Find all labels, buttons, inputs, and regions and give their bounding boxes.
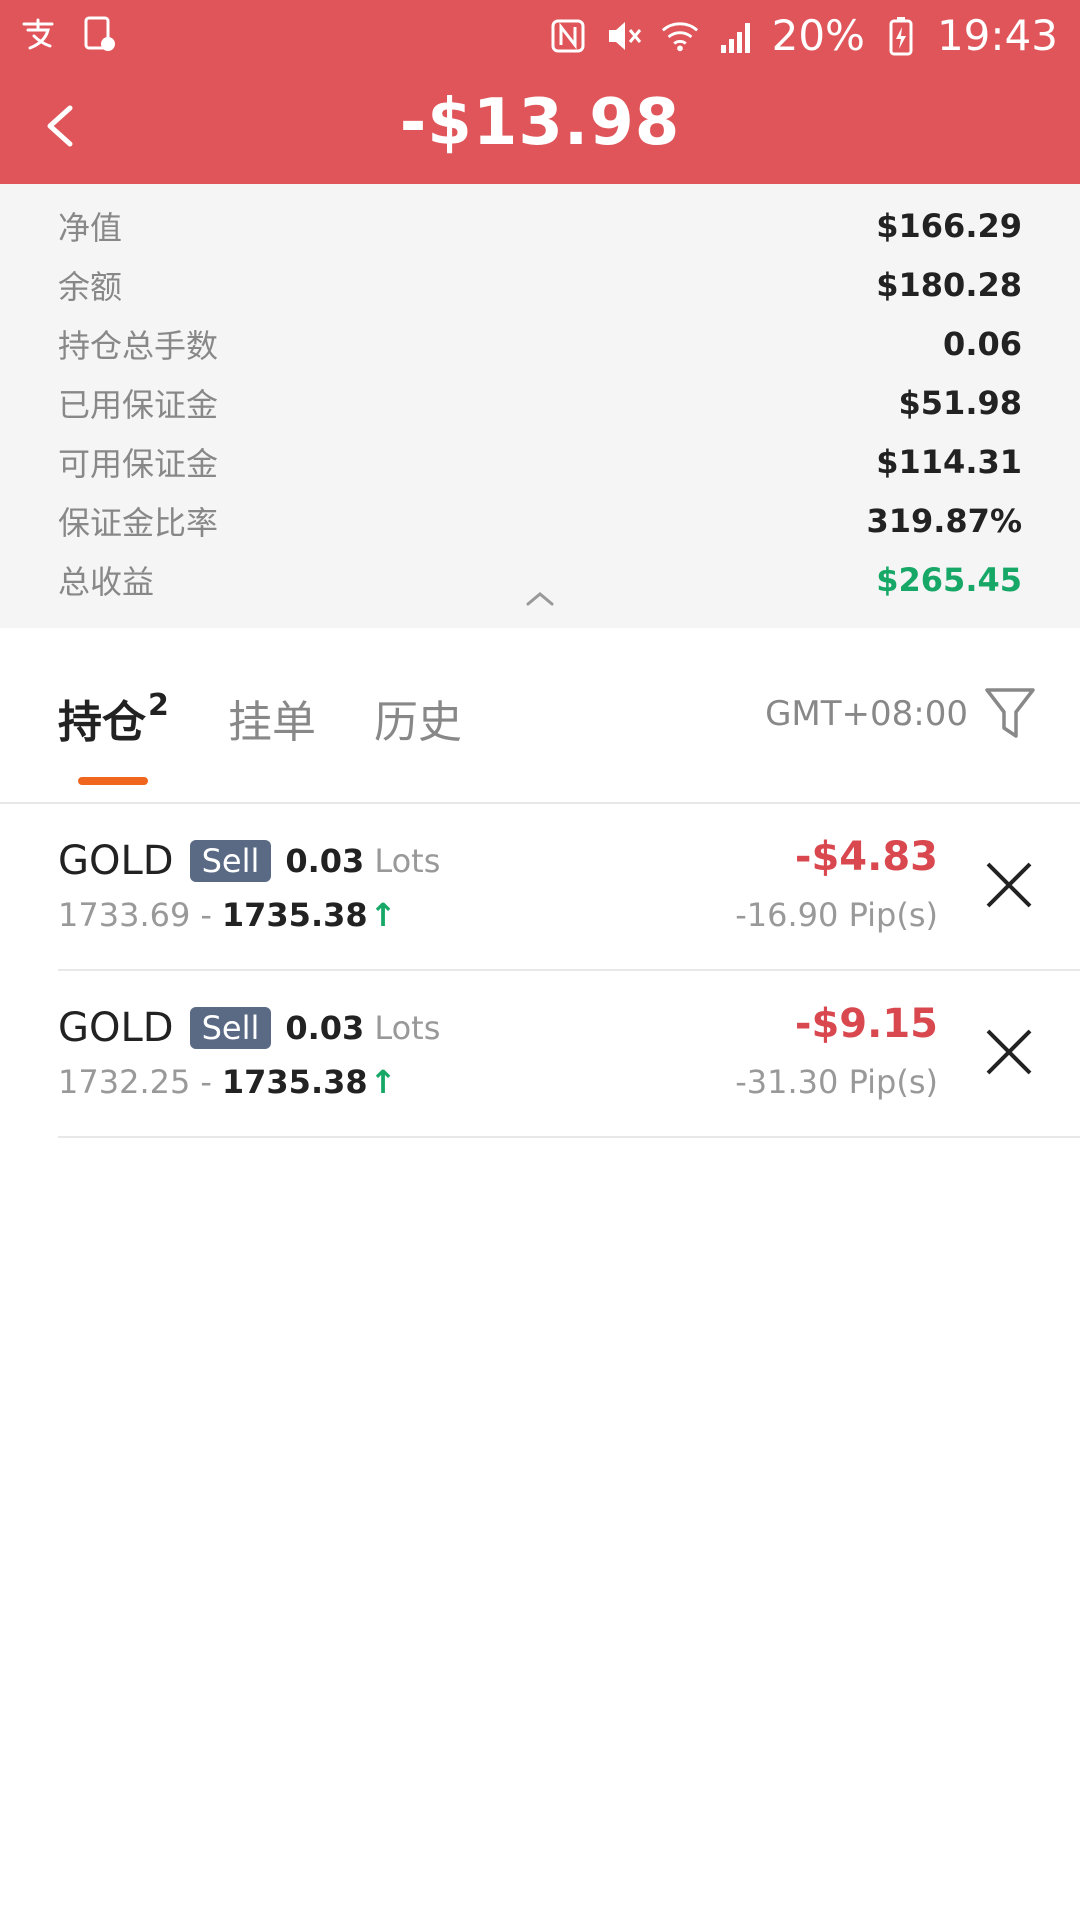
position-pnl: -$4.83 bbox=[794, 834, 938, 880]
clock: 19:43 bbox=[936, 11, 1058, 60]
summary-label: 余额 bbox=[58, 267, 123, 306]
nfc-icon bbox=[548, 16, 588, 56]
tab-label: 历史 bbox=[374, 697, 462, 748]
summary-row-used-margin: 已用保证金 $51.98 bbox=[58, 373, 1022, 432]
page-title: -$13.98 bbox=[399, 86, 681, 160]
filter-icon[interactable] bbox=[982, 684, 1038, 744]
tab-history[interactable]: 历史 bbox=[374, 686, 462, 750]
lots-value: 0.03 bbox=[285, 1009, 365, 1047]
status-bar: 20% 19:43 bbox=[0, 0, 1080, 72]
position-symbol: GOLD bbox=[58, 1005, 174, 1051]
arrow-up-icon: ↑ bbox=[369, 896, 397, 934]
side-badge: Sell bbox=[189, 1007, 272, 1049]
tab-positions[interactable]: 持仓2 bbox=[58, 686, 169, 750]
summary-value: $180.28 bbox=[876, 265, 1022, 304]
summary-label: 保证金比率 bbox=[58, 503, 219, 542]
summary-row-margin-ratio: 保证金比率 319.87% bbox=[58, 491, 1022, 550]
position-pips: -16.90 Pip(s) bbox=[735, 896, 938, 934]
price-separator: - bbox=[200, 896, 212, 934]
position-row[interactable]: GOLD Sell 0.03 Lots 1733.69 - 1735.38 ↑ … bbox=[58, 804, 1080, 971]
summary-row-total-lots: 持仓总手数 0.06 bbox=[58, 314, 1022, 373]
position-pips: -31.30 Pip(s) bbox=[735, 1063, 938, 1101]
summary-value: 0.06 bbox=[943, 324, 1022, 363]
lots-unit: Lots bbox=[374, 842, 441, 880]
tab-label: 挂单 bbox=[228, 697, 316, 748]
battery-percent: 20% bbox=[771, 11, 865, 60]
file-notification-icon bbox=[80, 14, 120, 54]
position-pnl: -$9.15 bbox=[794, 1001, 938, 1047]
side-badge: Sell bbox=[189, 840, 272, 882]
summary-label: 已用保证金 bbox=[58, 385, 219, 424]
lots-unit: Lots bbox=[374, 1009, 441, 1047]
summary-value: $114.31 bbox=[876, 442, 1022, 481]
chevron-up-icon[interactable] bbox=[524, 588, 556, 608]
mute-icon bbox=[604, 16, 644, 56]
open-price: 1733.69 bbox=[58, 896, 191, 934]
battery-charging-icon bbox=[881, 16, 921, 56]
summary-label: 总收益 bbox=[58, 562, 155, 601]
summary-value: $166.29 bbox=[876, 206, 1022, 245]
tab-count-badge: 2 bbox=[148, 688, 169, 723]
summary-row-balance: 余额 $180.28 bbox=[58, 255, 1022, 314]
summary-label: 持仓总手数 bbox=[58, 326, 219, 365]
summary-value: $265.45 bbox=[876, 560, 1022, 599]
tab-pending-orders[interactable]: 挂单 bbox=[228, 686, 316, 750]
nav-bar: -$13.98 bbox=[0, 72, 1080, 184]
close-icon[interactable] bbox=[984, 1027, 1034, 1077]
tab-label: 持仓 bbox=[58, 697, 146, 748]
header: 20% 19:43 -$13.98 bbox=[0, 0, 1080, 184]
signal-4g-icon bbox=[716, 16, 756, 56]
summary-row-free-margin: 可用保证金 $114.31 bbox=[58, 432, 1022, 491]
price-separator: - bbox=[200, 1063, 212, 1101]
summary-label: 可用保证金 bbox=[58, 444, 219, 483]
arrow-up-icon: ↑ bbox=[369, 1063, 397, 1101]
summary-row-equity: 净值 $166.29 bbox=[58, 196, 1022, 255]
wifi-icon bbox=[660, 16, 700, 56]
position-row[interactable]: GOLD Sell 0.03 Lots 1732.25 - 1735.38 ↑ … bbox=[58, 971, 1080, 1138]
lots-value: 0.03 bbox=[285, 842, 365, 880]
tab-bar: 持仓2 挂单 历史 GMT+08:00 bbox=[0, 628, 1080, 804]
account-summary: 净值 $166.29 余额 $180.28 持仓总手数 0.06 已用保证金 $… bbox=[0, 184, 1080, 628]
summary-label: 净值 bbox=[58, 208, 123, 247]
position-symbol: GOLD bbox=[58, 838, 174, 884]
alipay-notification-icon bbox=[18, 14, 58, 54]
current-price: 1735.38 bbox=[221, 1063, 368, 1101]
active-tab-indicator bbox=[78, 777, 148, 785]
summary-value: $51.98 bbox=[898, 383, 1022, 422]
current-price: 1735.38 bbox=[221, 896, 368, 934]
open-price: 1732.25 bbox=[58, 1063, 191, 1101]
timezone-label: GMT+08:00 bbox=[765, 694, 968, 734]
close-icon[interactable] bbox=[984, 860, 1034, 910]
summary-value: 319.87% bbox=[866, 501, 1022, 540]
